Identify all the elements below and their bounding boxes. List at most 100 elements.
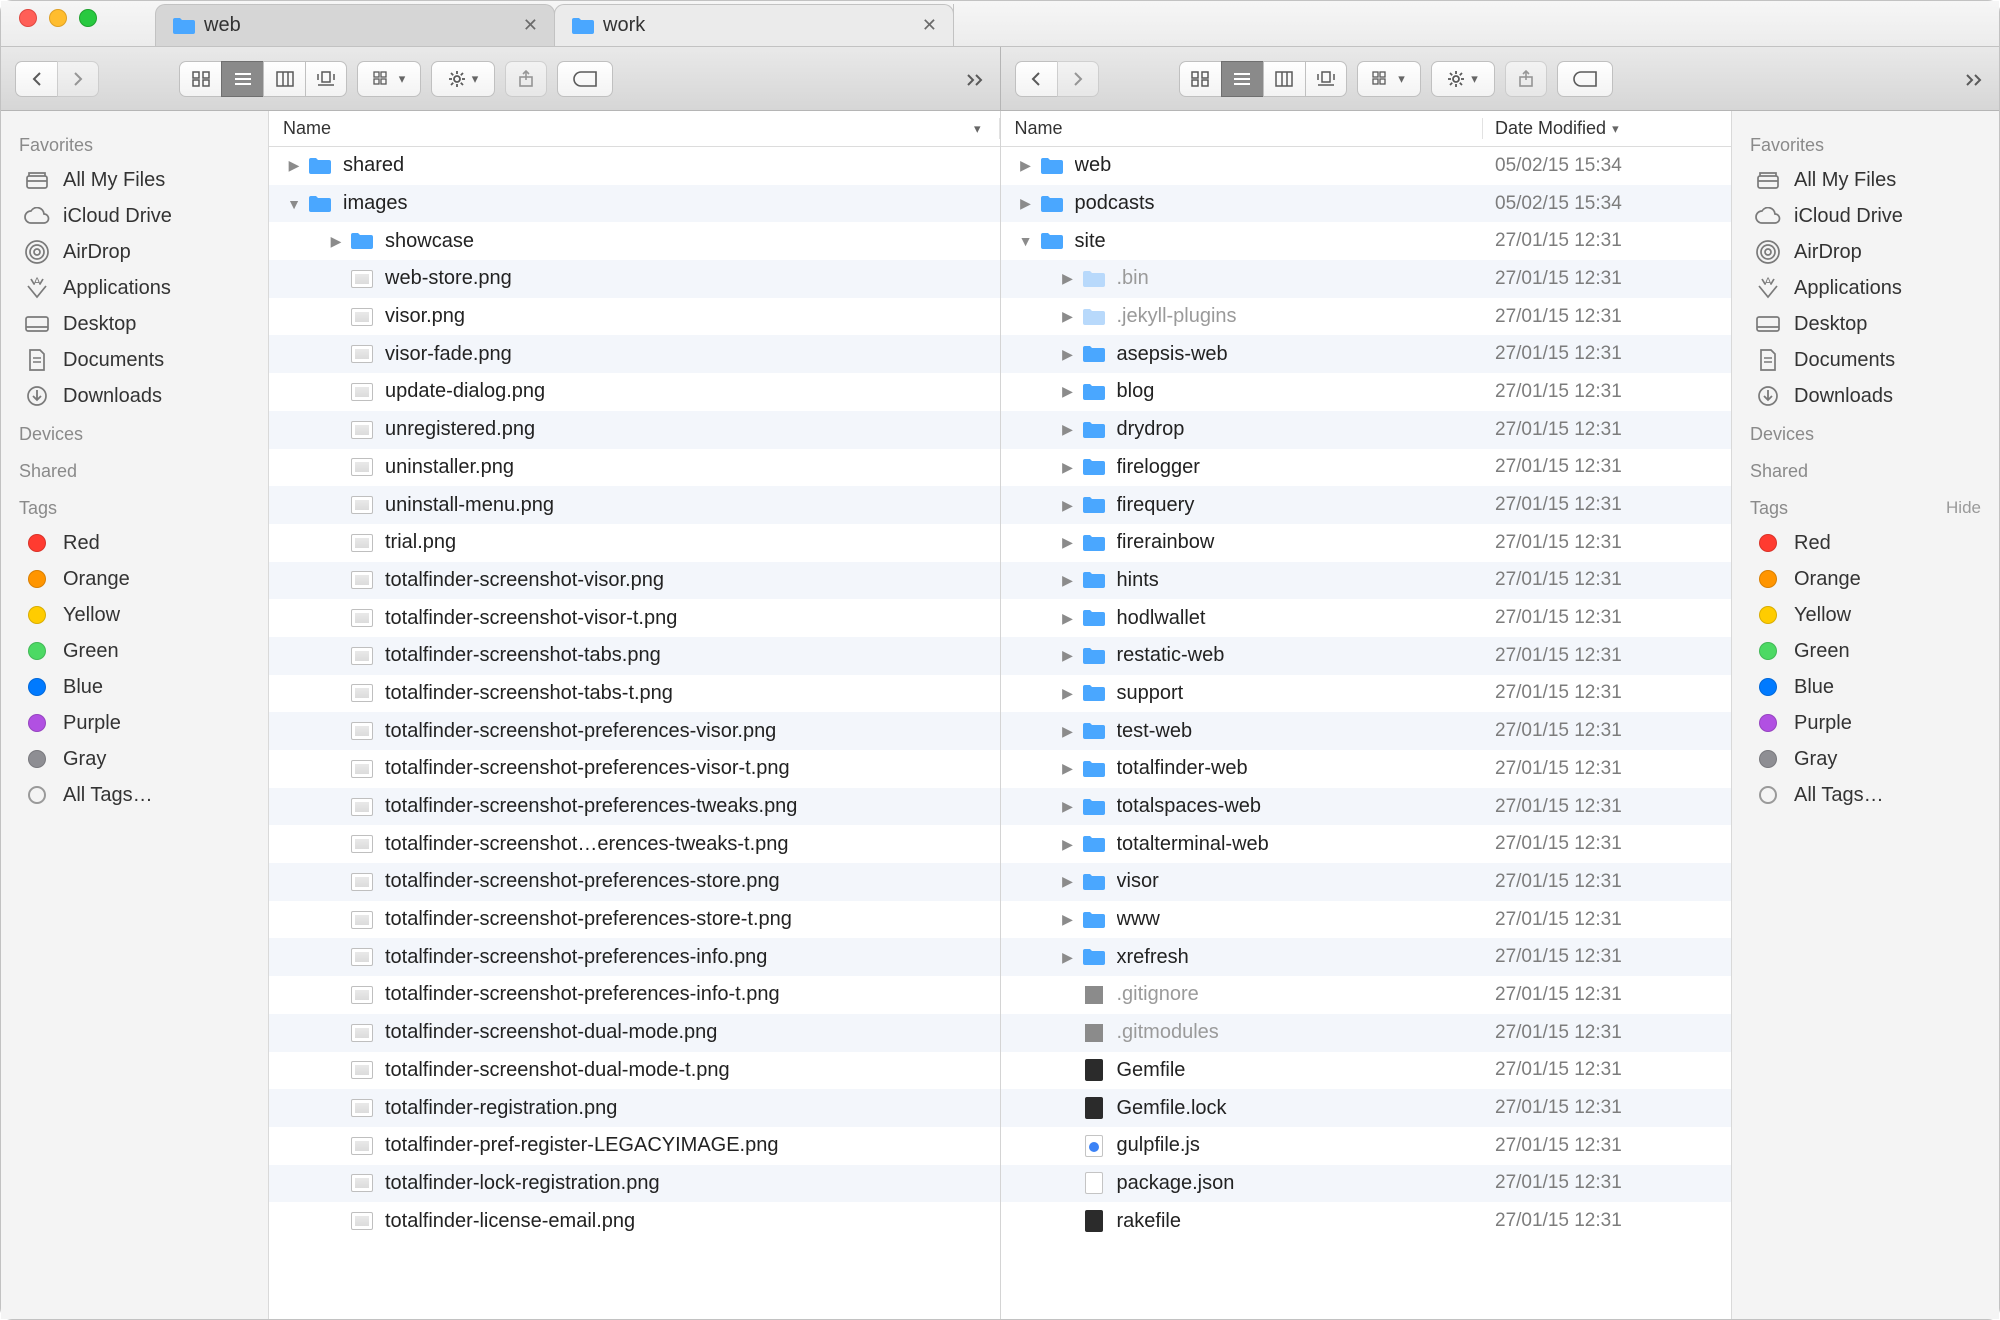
disclosure-triangle-icon[interactable]: ▶: [1055, 270, 1081, 287]
arrange-button[interactable]: ▾: [357, 61, 421, 97]
sidebar-item-documents[interactable]: Documents: [1, 342, 268, 378]
table-row[interactable]: totalfinder-registration.png: [269, 1089, 1000, 1127]
table-row[interactable]: visor.png: [269, 298, 1000, 336]
table-row[interactable]: ▶ podcasts 05/02/15 15:34: [1001, 185, 1732, 223]
sidebar-item-downloads[interactable]: Downloads: [1732, 378, 1999, 414]
table-row[interactable]: totalfinder-screenshot-preferences-store…: [269, 901, 1000, 939]
rows-left[interactable]: ▶ shared ▼ images ▶ showcase web-store.p…: [269, 147, 1000, 1319]
disclosure-triangle-icon[interactable]: ▶: [1055, 572, 1081, 589]
edit-tags-button[interactable]: [557, 61, 613, 97]
table-row[interactable]: ▶ support 27/01/15 12:31: [1001, 675, 1732, 713]
forward-button[interactable]: [57, 61, 99, 97]
hide-tags-button[interactable]: Hide: [1946, 498, 1981, 518]
column-name[interactable]: Name: [1001, 118, 1484, 139]
disclosure-triangle-icon[interactable]: ▶: [1055, 949, 1081, 966]
toolbar-overflow-icon[interactable]: [964, 72, 986, 86]
sidebar-tag-orange[interactable]: Orange: [1, 561, 268, 597]
icon-view-button[interactable]: [1179, 61, 1221, 97]
toolbar-overflow-icon[interactable]: [1963, 72, 1985, 86]
disclosure-triangle-icon[interactable]: ▶: [1055, 534, 1081, 551]
table-row[interactable]: Gemfile 27/01/15 12:31: [1001, 1052, 1732, 1090]
sidebar-item-downloads[interactable]: Downloads: [1, 378, 268, 414]
list-view-button[interactable]: [1221, 61, 1263, 97]
disclosure-triangle-icon[interactable]: ▶: [1055, 647, 1081, 664]
table-row[interactable]: ▶ blog 27/01/15 12:31: [1001, 373, 1732, 411]
back-button[interactable]: [1015, 61, 1057, 97]
table-row[interactable]: web-store.png: [269, 260, 1000, 298]
sidebar-item-all-my-files[interactable]: All My Files: [1, 162, 268, 198]
sidebar-item-desktop[interactable]: Desktop: [1, 306, 268, 342]
disclosure-triangle-icon[interactable]: ▶: [1013, 157, 1039, 174]
disclosure-triangle-icon[interactable]: ▼: [1013, 233, 1039, 249]
table-row[interactable]: totalfinder-screenshot-preferences-info.…: [269, 938, 1000, 976]
table-row[interactable]: ▶ web 05/02/15 15:34: [1001, 147, 1732, 185]
coverflow-view-button[interactable]: [1305, 61, 1347, 97]
list-view-button[interactable]: [221, 61, 263, 97]
arrange-button[interactable]: ▾: [1357, 61, 1421, 97]
table-row[interactable]: totalfinder-license-email.png: [269, 1202, 1000, 1240]
sidebar-item-all-my-files[interactable]: All My Files: [1732, 162, 1999, 198]
coverflow-view-button[interactable]: [305, 61, 347, 97]
sidebar-tag-purple[interactable]: Purple: [1, 705, 268, 741]
column-date[interactable]: Date Modified ▾: [1483, 118, 1731, 139]
disclosure-triangle-icon[interactable]: ▶: [1055, 610, 1081, 627]
table-row[interactable]: ▶ hodlwallet 27/01/15 12:31: [1001, 599, 1732, 637]
table-row[interactable]: ▶ totalfinder-web 27/01/15 12:31: [1001, 750, 1732, 788]
sidebar-item-desktop[interactable]: Desktop: [1732, 306, 1999, 342]
sidebar-tag-gray[interactable]: Gray: [1732, 741, 1999, 777]
tab-work[interactable]: work ✕: [554, 4, 954, 46]
sidebar-tag-red[interactable]: Red: [1732, 525, 1999, 561]
table-row[interactable]: totalfinder-lock-registration.png: [269, 1165, 1000, 1203]
forward-button[interactable]: [1057, 61, 1099, 97]
table-row[interactable]: ▼ images: [269, 185, 1000, 223]
action-button[interactable]: ▾: [1431, 61, 1495, 97]
disclosure-triangle-icon[interactable]: ▼: [281, 196, 307, 212]
table-row[interactable]: totalfinder-screenshot-dual-mode.png: [269, 1014, 1000, 1052]
table-row[interactable]: rakefile 27/01/15 12:31: [1001, 1202, 1732, 1240]
disclosure-triangle-icon[interactable]: ▶: [281, 157, 307, 174]
table-row[interactable]: ▶ restatic-web 27/01/15 12:31: [1001, 637, 1732, 675]
table-row[interactable]: ▶ hints 27/01/15 12:31: [1001, 562, 1732, 600]
table-row[interactable]: totalfinder-screenshot-visor-t.png: [269, 599, 1000, 637]
share-button[interactable]: [505, 61, 547, 97]
table-row[interactable]: totalfinder-screenshot-preferences-visor…: [269, 750, 1000, 788]
disclosure-triangle-icon[interactable]: ▶: [1055, 911, 1081, 928]
table-row[interactable]: trial.png: [269, 524, 1000, 562]
back-button[interactable]: [15, 61, 57, 97]
table-row[interactable]: package.json 27/01/15 12:31: [1001, 1165, 1732, 1203]
column-view-button[interactable]: [1263, 61, 1305, 97]
table-row[interactable]: ▶ visor 27/01/15 12:31: [1001, 863, 1732, 901]
zoom-window-button[interactable]: [79, 9, 97, 27]
disclosure-triangle-icon[interactable]: ▶: [1055, 459, 1081, 476]
table-row[interactable]: totalfinder-screenshot-preferences-tweak…: [269, 788, 1000, 826]
table-row[interactable]: Gemfile.lock 27/01/15 12:31: [1001, 1089, 1732, 1127]
table-row[interactable]: ▶ firequery 27/01/15 12:31: [1001, 486, 1732, 524]
sidebar-item-icloud[interactable]: iCloud Drive: [1, 198, 268, 234]
table-row[interactable]: ▶ drydrop 27/01/15 12:31: [1001, 411, 1732, 449]
table-row[interactable]: ▶ firerainbow 27/01/15 12:31: [1001, 524, 1732, 562]
table-row[interactable]: unregistered.png: [269, 411, 1000, 449]
sidebar-all-tags[interactable]: All Tags…: [1, 777, 268, 813]
sidebar-tag-green[interactable]: Green: [1, 633, 268, 669]
table-row[interactable]: ▶ .jekyll-plugins 27/01/15 12:31: [1001, 298, 1732, 336]
disclosure-triangle-icon[interactable]: ▶: [1055, 873, 1081, 890]
sidebar-tag-green[interactable]: Green: [1732, 633, 1999, 669]
table-row[interactable]: ▶ shared: [269, 147, 1000, 185]
disclosure-triangle-icon[interactable]: ▶: [1055, 685, 1081, 702]
table-row[interactable]: ▶ www 27/01/15 12:31: [1001, 901, 1732, 939]
disclosure-triangle-icon[interactable]: ▶: [1055, 497, 1081, 514]
table-row[interactable]: uninstall-menu.png: [269, 486, 1000, 524]
sidebar-item-applications[interactable]: AApplications: [1, 270, 268, 306]
table-row[interactable]: totalfinder-screenshot-tabs-t.png: [269, 675, 1000, 713]
sidebar-item-applications[interactable]: AApplications: [1732, 270, 1999, 306]
sidebar-tag-blue[interactable]: Blue: [1732, 669, 1999, 705]
table-row[interactable]: ▶ firelogger 27/01/15 12:31: [1001, 449, 1732, 487]
minimize-window-button[interactable]: [49, 9, 67, 27]
table-row[interactable]: totalfinder-screenshot…erences-tweaks-t.…: [269, 825, 1000, 863]
table-row[interactable]: totalfinder-screenshot-preferences-info-…: [269, 976, 1000, 1014]
close-window-button[interactable]: [19, 9, 37, 27]
sidebar-all-tags[interactable]: All Tags…: [1732, 777, 1999, 813]
rows-right[interactable]: ▶ web 05/02/15 15:34 ▶ podcasts 05/02/15…: [1001, 147, 1732, 1319]
sidebar-tag-blue[interactable]: Blue: [1, 669, 268, 705]
disclosure-triangle-icon[interactable]: ▶: [1013, 195, 1039, 212]
